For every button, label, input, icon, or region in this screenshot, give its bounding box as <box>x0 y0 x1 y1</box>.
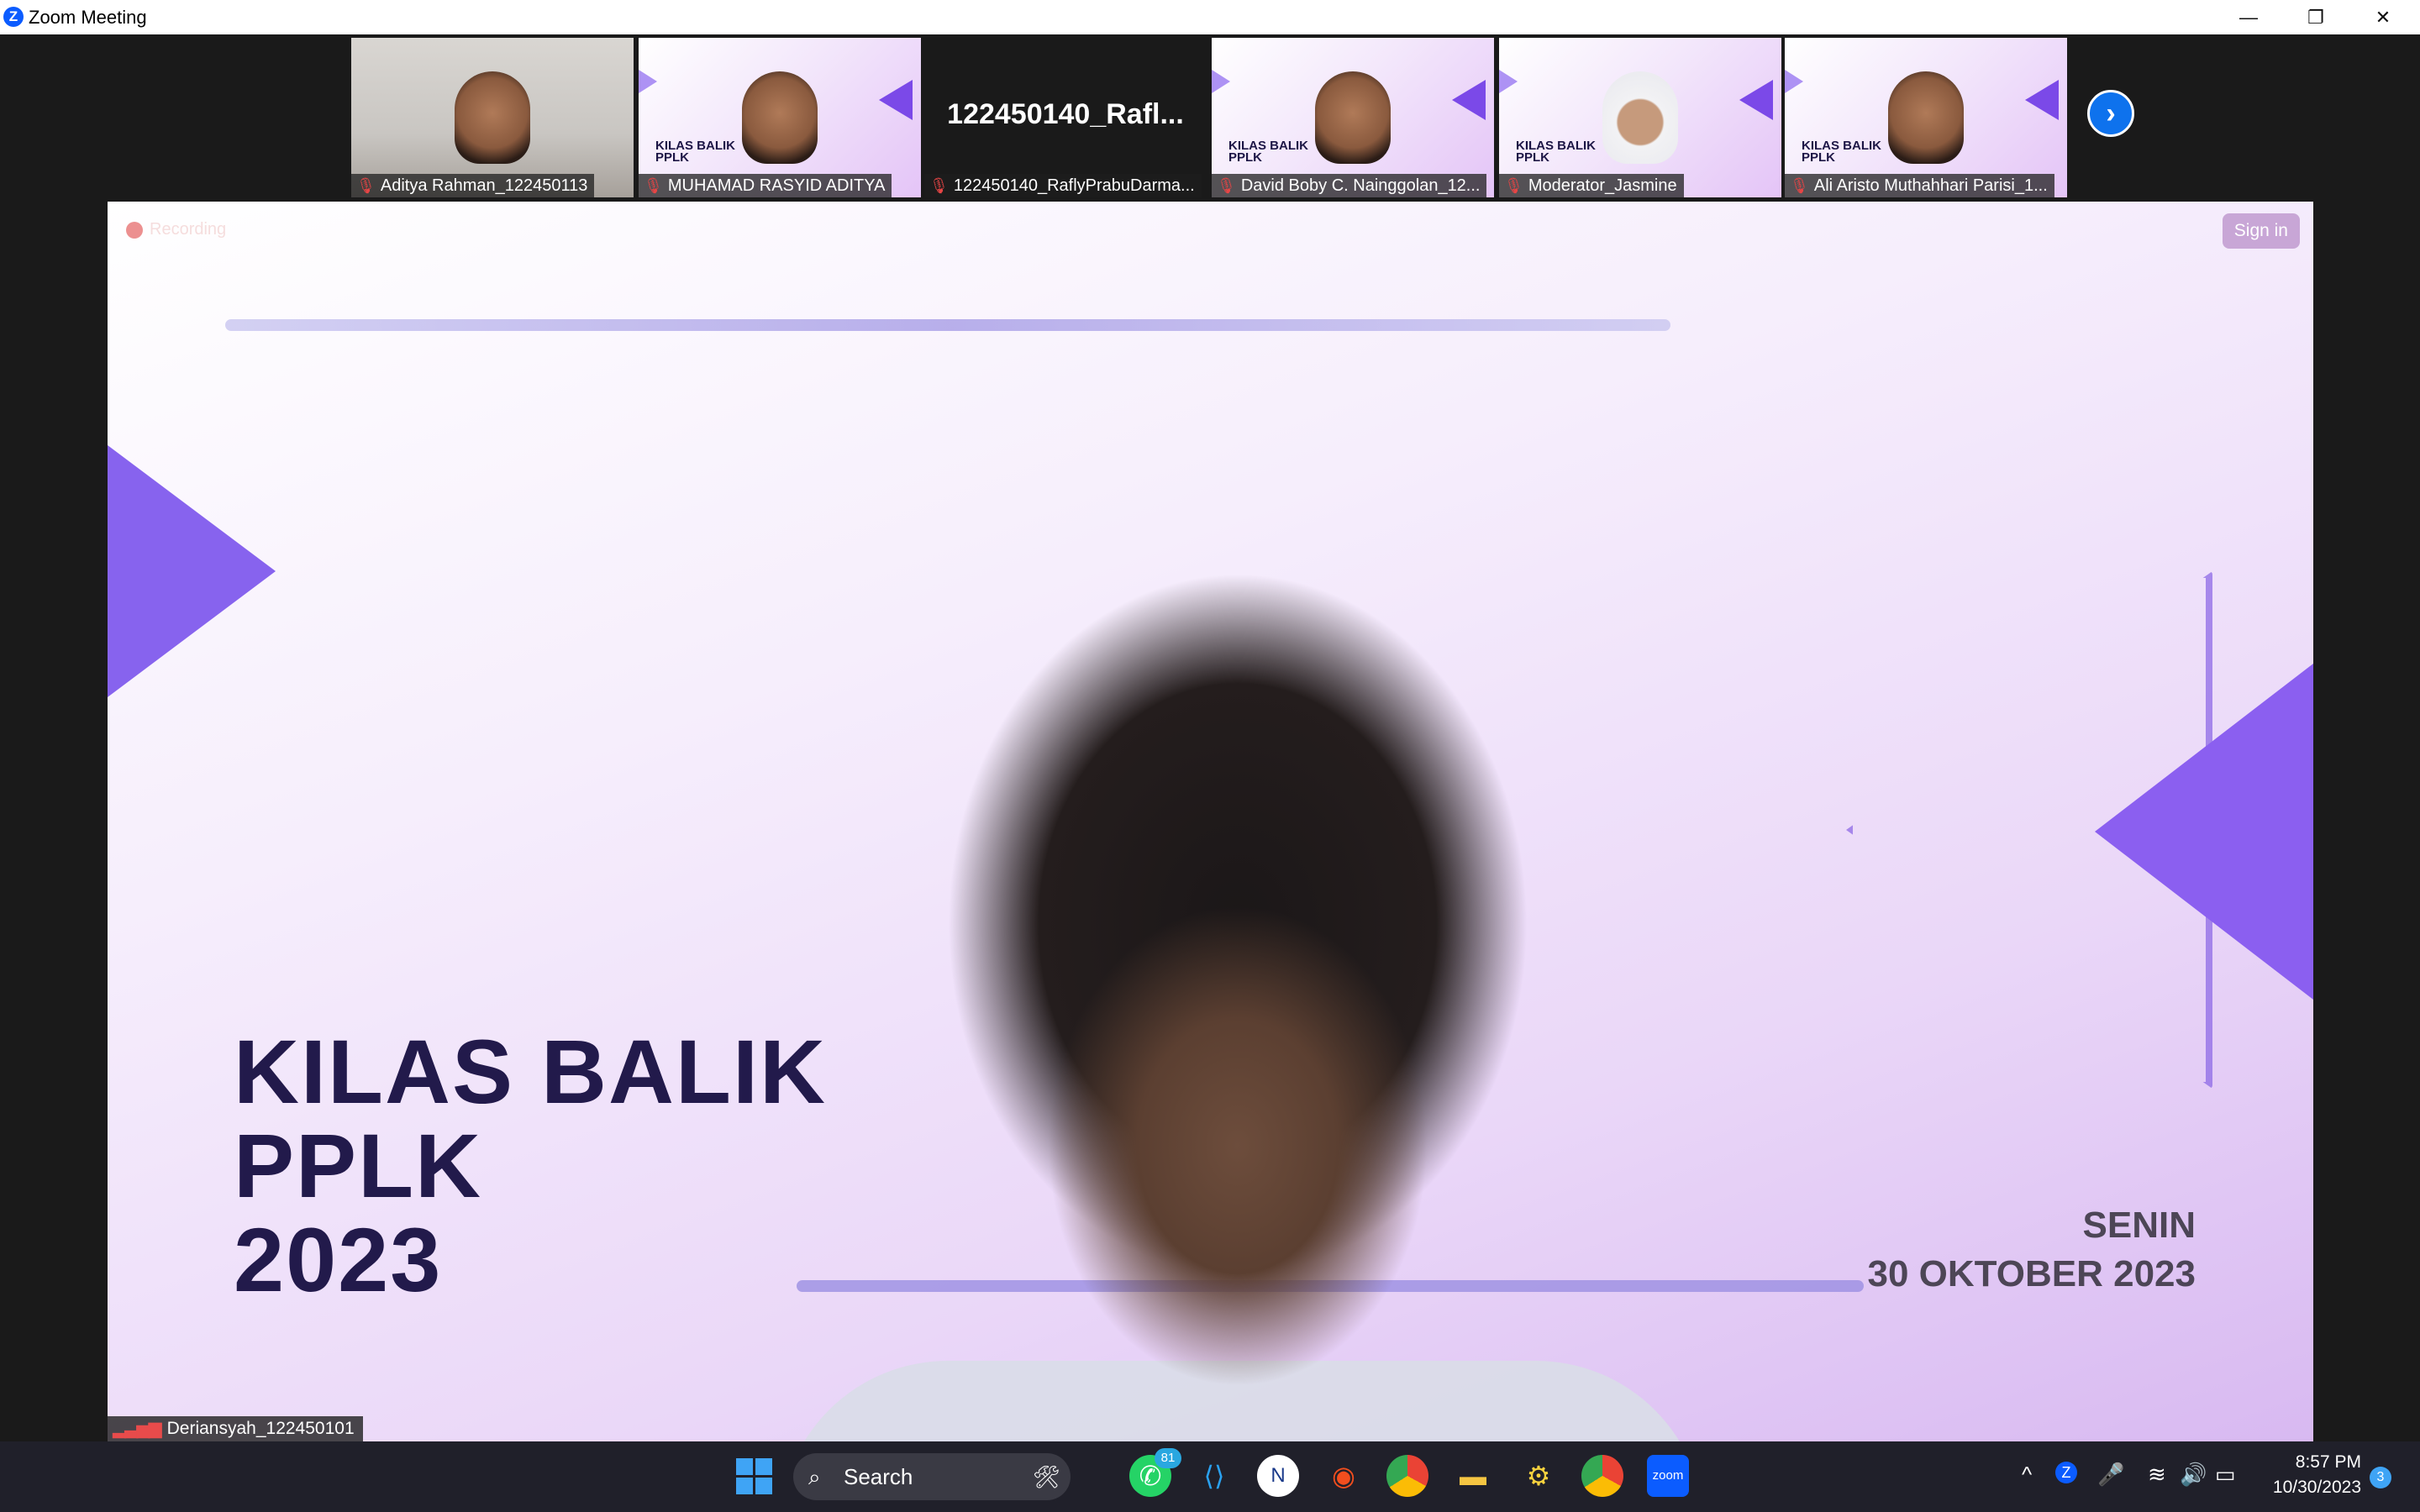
speaker-name: Deriansyah_122450101 <box>166 1419 355 1438</box>
participant-name-bar: 🎙 Ali Aristo Muthahhari Parisi_1... <box>1785 174 2054 197</box>
title-bar: Z Zoom Meeting — ❐ ✕ <box>0 0 2420 34</box>
clock[interactable]: 8:57 PM 10/30/2023 <box>2252 1450 2361 1500</box>
participant-name-bar: 🎙 David Boby C. Nainggolan_12... <box>1212 174 1487 197</box>
search-highlight-icon: 🛠 <box>1032 1464 1060 1489</box>
recording-indicator: Recording <box>126 220 226 239</box>
participant-tile[interactable]: KILAS BALIK PPLK 🎙 Ali Aristo Muthahhari P… <box>1785 38 2067 197</box>
zoom-tray-icon[interactable]: Z <box>2055 1462 2077 1483</box>
whatsapp-badge: 81 <box>1155 1448 1181 1468</box>
participant-name: Moderator_Jasmine <box>1528 176 1677 195</box>
active-speaker-video: KILAS BALIK PPLK 2023 SENIN 30 OKTOBER 2… <box>108 202 2313 1441</box>
sign-in-button[interactable]: Sign in <box>2222 213 2300 249</box>
participant-display-name: 122450140_Rafl... <box>947 98 1184 130</box>
muted-mic-icon: 🎙 <box>1790 177 1809 194</box>
participant-tile[interactable]: KILAS BALIK PPLK 🎙 David Boby C. Nainggola… <box>1212 38 1494 197</box>
slide-right-chevron-icon <box>2095 664 2313 1000</box>
participant-video <box>1602 71 1678 164</box>
slide-title-line: 2023 <box>234 1209 443 1310</box>
slide-chevron-icon <box>1452 80 1486 120</box>
taskbar-search[interactable]: ⌕ Search 🛠 <box>793 1453 1071 1500</box>
muted-mic-icon: 🎙 <box>356 177 376 194</box>
participant-name-bar: 🎙 122450140_RaflyPrabuDarma... <box>924 174 1202 197</box>
participant-name: David Boby C. Nainggolan_12... <box>1240 176 1481 195</box>
slide-chevron-icon <box>1785 70 1803 93</box>
chrome-profile-icon[interactable] <box>1581 1455 1623 1497</box>
slide-chevron-icon <box>2025 80 2059 120</box>
slide-date: SENIN 30 OKTOBER 2023 <box>1868 1201 2196 1299</box>
restore-button[interactable]: ❐ <box>2282 0 2349 34</box>
muted-mic-icon: 🎙 <box>1217 177 1236 194</box>
search-label: Search <box>844 1464 913 1489</box>
notification-badge[interactable]: 3 <box>2370 1467 2391 1488</box>
participant-video <box>455 71 530 164</box>
participant-name: 122450140_RaflyPrabuDarma... <box>953 176 1195 195</box>
slide-chevron-icon <box>639 70 657 93</box>
slide-decoration-line <box>225 319 1670 331</box>
speaker-name-tag: ▂▃▅▆ Deriansyah_122450101 <box>108 1416 363 1441</box>
chevron-right-icon: › <box>2106 97 2116 129</box>
next-participants-button[interactable]: › <box>2087 90 2134 137</box>
muted-mic-icon: 🎙 <box>929 177 949 194</box>
recording-dot-icon <box>126 221 143 239</box>
slide-mini-title: KILAS BALIK PPLK <box>655 139 735 165</box>
slide-chevron-icon <box>1499 70 1518 93</box>
slide-chevron-icon <box>1739 80 1773 120</box>
vscode-icon[interactable]: ⟨⟩ <box>1193 1455 1235 1497</box>
whatsapp-icon[interactable]: ✆ 81 <box>1129 1448 1181 1497</box>
file-explorer-icon[interactable]: ▬ <box>1452 1455 1494 1497</box>
participant-name-bar: 🎙 Moderator_Jasmine <box>1499 174 1684 197</box>
slide-mini-title: KILAS BALIK PPLK <box>1516 139 1596 165</box>
speaker-face <box>881 521 1595 1441</box>
participant-video <box>1315 71 1391 164</box>
slide-title: KILAS BALIK PPLK 2023 <box>234 1025 827 1307</box>
slide-mini-title: KILAS BALIK PPLK <box>1228 139 1308 165</box>
slide-chevron-icon <box>879 80 913 120</box>
signal-bars-icon: ▂▃▅▆ <box>113 1419 162 1438</box>
clock-time: 8:57 PM <box>2295 1452 2361 1472</box>
search-icon: ⌕ <box>808 1464 821 1489</box>
slide-day: SENIN <box>2082 1205 2196 1246</box>
slide-chevron-icon <box>1212 70 1230 93</box>
muted-mic-icon: 🎙 <box>1504 177 1523 194</box>
slide-left-chevron-icon <box>108 445 276 697</box>
microphone-icon[interactable]: 🎤 <box>2097 1462 2124 1488</box>
participant-name-bar: 🎙 MUHAMAD RASYID ADITYA <box>639 174 892 197</box>
zoom-logo-icon: Z <box>3 7 24 27</box>
participant-tile[interactable]: 122450140_Rafl... 🎙 122450140_RaflyPrabuD… <box>924 38 1207 197</box>
python-icon[interactable]: ⚙ <box>1518 1455 1560 1497</box>
participant-video <box>742 71 818 164</box>
participant-video <box>1888 71 1964 164</box>
close-button[interactable]: ✕ <box>2349 0 2417 34</box>
participant-tile[interactable]: KILAS BALIK PPLK 🎙 Moderator_Jasmine <box>1499 38 1781 197</box>
participant-name-bar: 🎙 Aditya Rahman_122450113 <box>351 174 595 197</box>
participant-name: Aditya Rahman_122450113 <box>380 176 588 195</box>
slide-title-line: KILAS BALIK <box>234 1021 827 1122</box>
participant-strip: 🎙 Aditya Rahman_122450113 KILAS BALIK PPLK… <box>0 34 2420 199</box>
participant-name: MUHAMAD RASYID ADITYA <box>667 176 886 195</box>
battery-icon[interactable]: ▭ <box>2215 1462 2236 1488</box>
figma-icon[interactable]: ◉ <box>1323 1455 1365 1497</box>
window-title: Zoom Meeting <box>29 7 147 28</box>
windows-start-icon[interactable] <box>736 1458 772 1494</box>
slide-mini-title: KILAS BALIK PPLK <box>1802 139 1881 165</box>
wifi-icon[interactable]: ≋ <box>2148 1462 2166 1488</box>
muted-mic-icon: 🎙 <box>644 177 663 194</box>
recording-label: Recording <box>150 220 227 239</box>
show-hidden-icons-icon[interactable]: ^ <box>2022 1462 2032 1488</box>
slide-date-text: 30 OKTOBER 2023 <box>1867 1253 2196 1294</box>
participant-tile[interactable]: KILAS BALIK PPLK 🎙 MUHAMAD RASYID ADITYA <box>639 38 921 197</box>
minimize-button[interactable]: — <box>2215 0 2282 34</box>
clock-date: 10/30/2023 <box>2272 1478 2361 1497</box>
chrome-icon[interactable] <box>1386 1455 1428 1497</box>
app-icon[interactable]: N <box>1257 1455 1299 1497</box>
volume-icon[interactable]: 🔊 <box>2180 1462 2207 1488</box>
taskbar: ⌕ Search 🛠 ✆ 81 ⟨⟩ N ◉ ▬ ⚙ zoom ^ Z 🎤 ≋ 🔊… <box>0 1441 2420 1512</box>
participant-tile[interactable]: 🎙 Aditya Rahman_122450113 <box>351 38 634 197</box>
slide-title-line: PPLK <box>234 1115 483 1216</box>
zoom-app-icon[interactable]: zoom <box>1647 1455 1689 1497</box>
participant-name: Ali Aristo Muthahhari Parisi_1... <box>1813 176 2048 195</box>
